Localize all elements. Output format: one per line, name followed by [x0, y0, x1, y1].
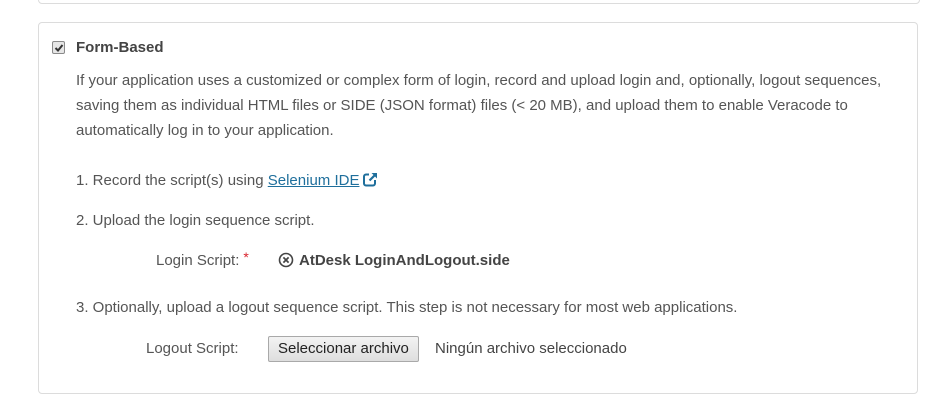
step-record: 1. Record the script(s) using Selenium I… — [76, 172, 379, 191]
login-script-label: Login Script: * — [156, 249, 249, 269]
logout-script-label: Logout Script: — [146, 340, 239, 357]
checkmark-icon — [54, 44, 64, 52]
step-upload-logout: 3. Optionally, upload a logout sequence … — [76, 299, 738, 316]
choose-file-button[interactable]: Seleccionar archivo — [268, 336, 419, 362]
section-title: Form-Based — [76, 39, 164, 56]
previous-panel — [38, 0, 920, 4]
section-description: If your application uses a customized or… — [76, 72, 882, 139]
external-link-icon[interactable] — [363, 172, 379, 191]
step-record-text: 1. Record the script(s) using — [76, 172, 268, 189]
file-status-text: Ningún archivo seleccionado — [435, 340, 627, 357]
form-based-panel: Form-Based If your application uses a cu… — [38, 22, 918, 394]
circle-x-icon[interactable] — [278, 252, 294, 268]
step-upload-login: 2. Upload the login sequence script. — [76, 212, 315, 229]
required-marker: * — [243, 249, 249, 265]
login-script-file-name: AtDesk LoginAndLogout.side — [299, 252, 510, 269]
login-script-label-text: Login Script: — [156, 252, 240, 269]
selenium-ide-link[interactable]: Selenium IDE — [268, 172, 360, 189]
form-based-checkbox[interactable] — [52, 41, 65, 54]
